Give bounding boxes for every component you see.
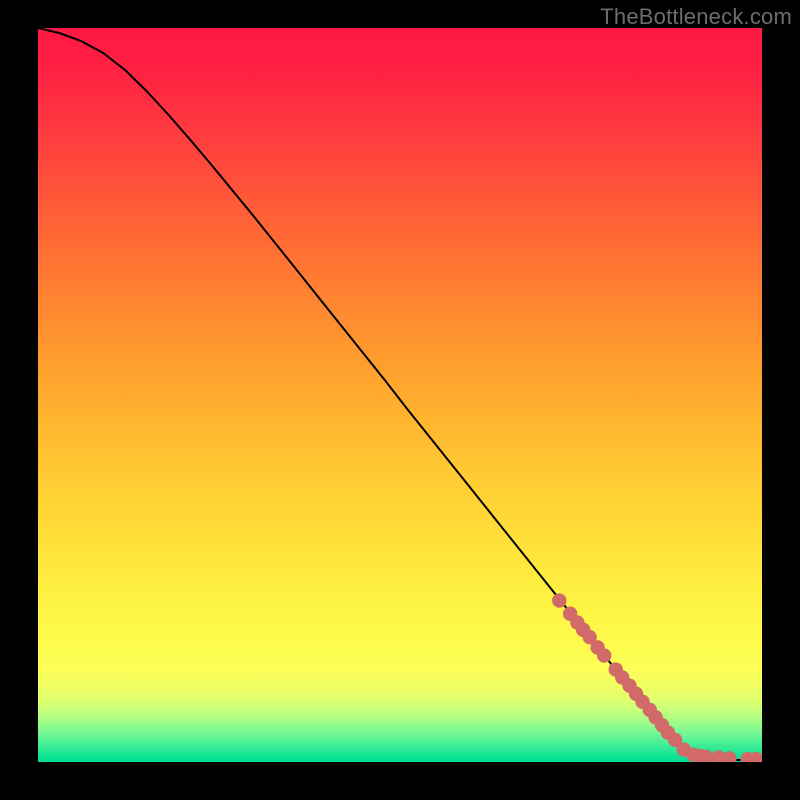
- watermark-label: TheBottleneck.com: [600, 4, 792, 30]
- chart-container: TheBottleneck.com: [0, 0, 800, 800]
- scatter-point: [722, 751, 736, 762]
- plot-area: [38, 28, 762, 762]
- scatter-points: [38, 28, 762, 762]
- points-group: [552, 593, 762, 762]
- scatter-point: [552, 593, 566, 607]
- scatter-point: [597, 648, 611, 662]
